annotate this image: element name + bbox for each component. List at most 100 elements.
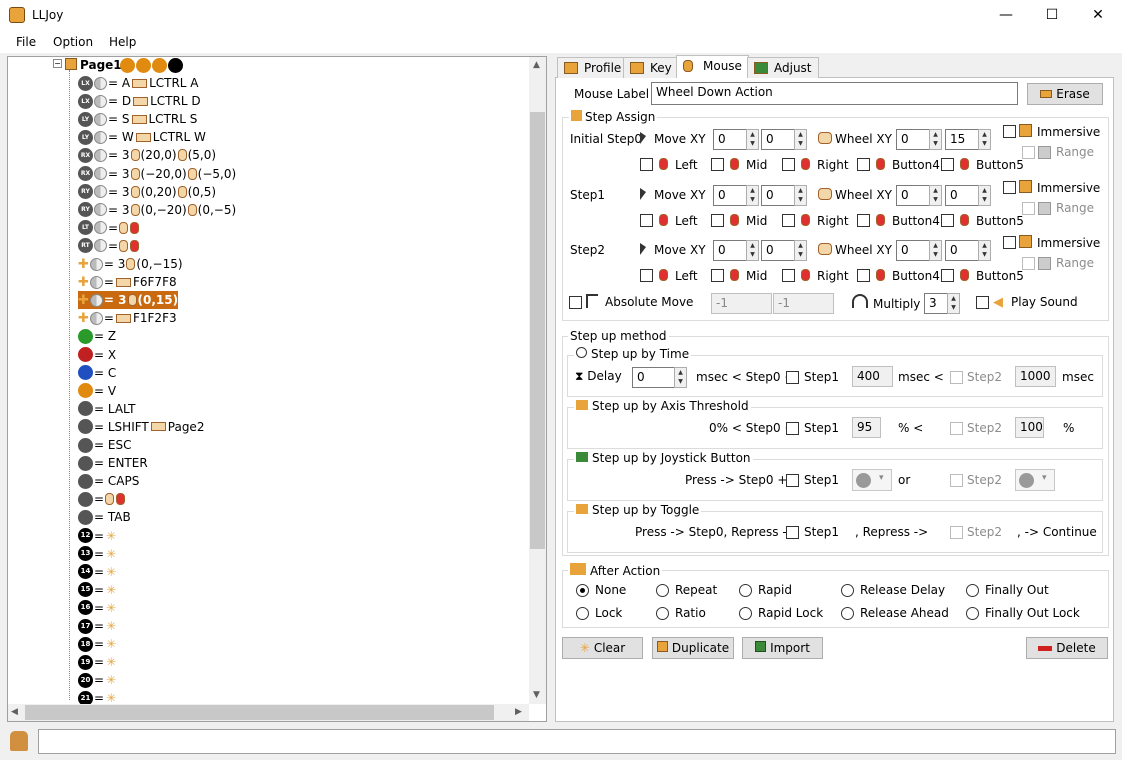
tree-row[interactable]: LY = W LCTRL W bbox=[78, 128, 206, 146]
move-x-spinner[interactable]: ▲ ▼ bbox=[746, 240, 759, 261]
mid-click-checkbox[interactable] bbox=[711, 269, 724, 282]
axis-step2-input[interactable]: 100 bbox=[1015, 417, 1044, 438]
tree-row[interactable]: = ESC bbox=[78, 436, 131, 454]
time-step1-input[interactable]: 400 bbox=[852, 366, 893, 387]
tree-row[interactable]: RT = bbox=[78, 237, 140, 255]
mouse-label-input[interactable]: Wheel Down Action bbox=[651, 82, 1018, 105]
move-x-input[interactable]: 0 bbox=[713, 240, 747, 261]
right-click-checkbox[interactable] bbox=[782, 269, 795, 282]
tree-row[interactable]: ✚ = 3 (0,−15) bbox=[78, 255, 183, 273]
button5-click-checkbox[interactable] bbox=[941, 158, 954, 171]
wheel-y-input[interactable]: 0 bbox=[945, 185, 979, 206]
after-action-radio[interactable] bbox=[841, 584, 854, 597]
tab-profile[interactable]: Profile bbox=[557, 57, 629, 78]
tree-row[interactable]: RY = 3 (0,−20) (0,−5) bbox=[78, 201, 236, 219]
time-step2-input[interactable]: 1000 bbox=[1015, 366, 1056, 387]
right-click-checkbox[interactable] bbox=[782, 214, 795, 227]
duplicate-button[interactable]: Duplicate bbox=[652, 637, 734, 659]
tree-row[interactable]: = Z bbox=[78, 327, 116, 345]
move-x-spinner[interactable]: ▲ ▼ bbox=[746, 129, 759, 150]
mid-click-checkbox[interactable] bbox=[711, 158, 724, 171]
wheel-y-spinner[interactable]: ▲ ▼ bbox=[978, 129, 991, 150]
tree-row[interactable]: RX = 3 (−20,0) (−5,0) bbox=[78, 165, 236, 183]
tree-horizontal-thumb[interactable] bbox=[25, 705, 494, 720]
tab-mouse[interactable]: Mouse bbox=[676, 55, 749, 78]
maximize-button[interactable]: ☐ bbox=[1029, 0, 1075, 31]
wheel-x-spinner[interactable]: ▲ ▼ bbox=[929, 185, 942, 206]
tree-row[interactable]: = ENTER bbox=[78, 454, 148, 472]
tree-row[interactable]: = C bbox=[78, 364, 116, 382]
erase-button[interactable]: Erase bbox=[1027, 83, 1103, 105]
joystick-step1-checkbox[interactable] bbox=[786, 474, 799, 487]
tree-row[interactable]: ✚ = F1 F2 F3 bbox=[78, 309, 177, 327]
scroll-up-icon[interactable]: ▲ bbox=[533, 60, 540, 70]
left-click-checkbox[interactable] bbox=[640, 269, 653, 282]
wheel-x-spinner[interactable]: ▲ ▼ bbox=[929, 129, 942, 150]
tree-row[interactable]: 18 = ✳ bbox=[78, 635, 116, 653]
after-action-radio[interactable] bbox=[966, 584, 979, 597]
joystick-step2-checkbox[interactable] bbox=[950, 474, 963, 487]
time-step1-checkbox[interactable] bbox=[786, 371, 799, 384]
move-y-spinner[interactable]: ▲ ▼ bbox=[794, 185, 807, 206]
button4-click-checkbox[interactable] bbox=[857, 269, 870, 282]
delay-input[interactable]: 0 bbox=[632, 367, 675, 388]
after-action-radio[interactable] bbox=[576, 607, 589, 620]
absolute-move-checkbox[interactable] bbox=[569, 296, 582, 309]
button5-click-checkbox[interactable] bbox=[941, 269, 954, 282]
right-click-checkbox[interactable] bbox=[782, 158, 795, 171]
after-action-radio[interactable] bbox=[739, 607, 752, 620]
multiply-spinner[interactable]: ▲ ▼ bbox=[947, 293, 960, 314]
move-y-spinner[interactable]: ▲ ▼ bbox=[794, 240, 807, 261]
move-x-input[interactable]: 0 bbox=[713, 129, 747, 150]
tree-row[interactable]: RX = 3 (20,0) (5,0) bbox=[78, 146, 216, 164]
mid-click-checkbox[interactable] bbox=[711, 214, 724, 227]
move-y-input[interactable]: 0 bbox=[761, 129, 795, 150]
range-checkbox[interactable] bbox=[1022, 257, 1035, 270]
scroll-down-icon[interactable]: ▼ bbox=[533, 690, 540, 700]
move-y-spinner[interactable]: ▲ ▼ bbox=[794, 129, 807, 150]
axis-step2-checkbox[interactable] bbox=[950, 422, 963, 435]
tree-row[interactable]: = X bbox=[78, 346, 116, 364]
range-checkbox[interactable] bbox=[1022, 202, 1035, 215]
absolute-x-input[interactable]: -1 bbox=[711, 293, 772, 314]
wheel-x-input[interactable]: 0 bbox=[896, 185, 930, 206]
scroll-left-icon[interactable]: ◀ bbox=[11, 707, 18, 717]
tree-row[interactable]: LT = bbox=[78, 219, 140, 237]
wheel-y-spinner[interactable]: ▲ ▼ bbox=[978, 240, 991, 261]
joystick-step1-select[interactable]: ▾ bbox=[852, 469, 892, 491]
move-x-spinner[interactable]: ▲ ▼ bbox=[746, 185, 759, 206]
tree-row[interactable]: 15 = ✳ bbox=[78, 581, 116, 599]
after-action-radio[interactable] bbox=[656, 584, 669, 597]
range-checkbox[interactable] bbox=[1022, 146, 1035, 159]
delay-spinner[interactable]: ▲ ▼ bbox=[674, 367, 687, 388]
immersive-checkbox[interactable] bbox=[1003, 181, 1016, 194]
clear-button[interactable]: ✳ Clear bbox=[562, 637, 643, 659]
wheel-x-spinner[interactable]: ▲ ▼ bbox=[929, 240, 942, 261]
tree-row[interactable]: 14 = ✳ bbox=[78, 563, 116, 581]
time-step2-checkbox[interactable] bbox=[950, 371, 963, 384]
tree-row[interactable]: 12 = ✳ bbox=[78, 527, 116, 545]
immersive-checkbox[interactable] bbox=[1003, 236, 1016, 249]
tree-row[interactable]: 16 = ✳ bbox=[78, 599, 116, 617]
move-x-input[interactable]: 0 bbox=[713, 185, 747, 206]
tree-root-label[interactable]: Page1 bbox=[80, 58, 122, 72]
wheel-y-input[interactable]: 15 bbox=[945, 129, 979, 150]
joystick-step2-select[interactable]: ▾ bbox=[1015, 469, 1055, 491]
after-action-radio[interactable] bbox=[739, 584, 752, 597]
scroll-right-icon[interactable]: ▶ bbox=[515, 707, 522, 717]
move-y-input[interactable]: 0 bbox=[761, 240, 795, 261]
after-action-radio[interactable] bbox=[966, 607, 979, 620]
tree-row[interactable]: LY = S LCTRL S bbox=[78, 110, 197, 128]
tree-row[interactable]: = LALT bbox=[78, 400, 135, 418]
after-action-radio[interactable] bbox=[656, 607, 669, 620]
tab-key[interactable]: Key bbox=[623, 57, 679, 78]
tree-row[interactable]: RY = 3 (0,20) (0,5) bbox=[78, 183, 216, 201]
tree-row[interactable]: ✚ = F6 F7 F8 bbox=[78, 273, 177, 291]
menu-file[interactable]: File bbox=[16, 35, 36, 49]
menu-option[interactable]: Option bbox=[53, 35, 93, 49]
tree-vertical-thumb[interactable] bbox=[530, 112, 545, 549]
wheel-y-spinner[interactable]: ▲ ▼ bbox=[978, 185, 991, 206]
minimize-button[interactable]: — bbox=[983, 0, 1029, 31]
button4-click-checkbox[interactable] bbox=[857, 158, 870, 171]
immersive-checkbox[interactable] bbox=[1003, 125, 1016, 138]
